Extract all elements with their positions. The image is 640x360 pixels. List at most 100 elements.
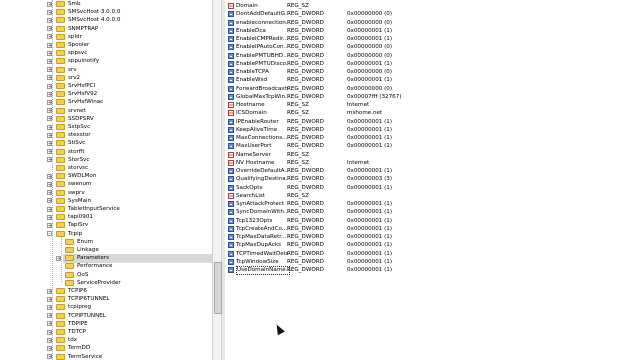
value-data: 0x00000001 (1) (347, 126, 393, 133)
dword-value-icon (228, 118, 234, 125)
dword-value-icon (228, 135, 234, 141)
value-data: 0x00000001 (1) (347, 267, 393, 273)
folder-icon (56, 206, 65, 212)
value-type: REG_DWORD (287, 118, 324, 125)
registry-value-row[interactable]: NV Hostname REG_SZ Internet (225, 159, 485, 167)
value-name: EnablePMTUBHD... (236, 52, 288, 59)
value-type: REG_DWORD (287, 201, 324, 207)
registry-value-row[interactable]: DontAddDefaultG... REG_DWORD 0x00000000 (0… (225, 10, 485, 18)
value-name: EnableIPAutoCon... (236, 44, 288, 51)
value-data: 0x00000001 (1) (347, 225, 393, 232)
dword-value-icon (228, 36, 234, 42)
registry-value-row[interactable]: EnableICMPRedir... REG_DWORD 0x00000001 (1… (225, 35, 485, 43)
value-name: MaxUserPort (236, 143, 272, 150)
value-data: 0x00000000 (0) (347, 11, 393, 18)
registry-value-row[interactable]: Hostname REG_SZ Internet (225, 101, 485, 109)
value-data: 0x00000000 (0) (347, 69, 393, 75)
dword-value-icon (228, 176, 234, 183)
tree-item[interactable]: + TermService (47, 353, 204, 360)
value-name: EnableWsd (236, 77, 268, 84)
registry-value-row[interactable]: TcpWindowSize REG_DWORD 0x00000001 (1) (225, 258, 485, 266)
registry-value-row[interactable]: OverrideDefaultA... REG_DWORD 0x00000001 (… (225, 167, 485, 175)
registry-value-row[interactable]: TCPTimedWaitDelay REG_DWORD 0x00000001 (1) (225, 250, 485, 258)
registry-value-row[interactable]: NameServer REG_SZ (225, 151, 485, 159)
registry-value-row[interactable]: EnablePMTUDisco... REG_DWORD 0x00000001 (1… (225, 60, 485, 68)
value-type: REG_DWORD (287, 126, 324, 133)
value-type: REG_SZ (287, 110, 309, 117)
registry-values-list[interactable]: DomainREG_SZDontAddDefaultG...REG_DWORD0… (225, 0, 640, 360)
registry-value-row[interactable]: MaxUserPort REG_DWORD 0x00000001 (1) (225, 142, 485, 150)
registry-value-row[interactable]: GlobalMaxTcpWin... REG_DWORD 0x00007fff (3… (225, 93, 485, 101)
folder-icon (65, 238, 74, 245)
registry-value-row[interactable]: TcpCreateAndCo... REG_DWORD 0x00000001 (1) (225, 225, 485, 233)
value-name: EnableDca (236, 27, 266, 34)
registry-value-row[interactable]: SackOpts REG_DWORD 0x00000001 (1) (225, 184, 485, 192)
registry-value-row[interactable]: UseDomainName... REG_DWORD 0x00000001 (1) (225, 266, 485, 275)
value-name: NameServer (236, 151, 271, 158)
value-name: OverrideDefaultA... (236, 168, 288, 174)
registry-value-row[interactable]: SearchList REG_SZ (225, 192, 485, 200)
folder-icon (56, 156, 65, 163)
registry-value-row[interactable]: EnableDca REG_DWORD 0x00000001 (1) (225, 27, 485, 35)
dword-value-icon (228, 209, 234, 216)
string-value-icon (228, 101, 234, 109)
value-data: Internet (347, 102, 370, 108)
registry-value-row[interactable]: TcpMaxDataRetr... REG_DWORD 0x00000001 (1) (225, 233, 485, 241)
folder-icon (65, 255, 74, 262)
registry-value-row[interactable]: IPEnableRouter REG_DWORD 0x00000001 (1) (225, 118, 485, 126)
registry-value-row[interactable]: EnablePMTUBHD... REG_DWORD 0x00000000 (0) (225, 52, 485, 60)
value-name: Domain (236, 3, 258, 9)
value-type: REG_DWORD (287, 225, 324, 232)
registry-key-tree[interactable]: + Smb + SMSvcHost 3.0.0.0 + SMSvcHost 4.0.0.0… (0, 0, 212, 360)
value-data: 0x00000001 (1) (347, 135, 393, 141)
registry-value-row[interactable]: Domain REG_SZ (225, 2, 485, 10)
value-type: REG_DWORD (287, 217, 324, 224)
folder-icon (56, 173, 65, 180)
folder-icon (56, 353, 65, 360)
value-data: 0x00000001 (1) (347, 242, 393, 249)
value-type: REG_DWORD (287, 85, 324, 92)
value-data: 0x00000001 (1) (347, 27, 393, 34)
folder-icon (65, 263, 74, 270)
scrollbar-thumb[interactable] (214, 262, 222, 314)
folder-icon (56, 124, 65, 130)
dword-value-icon (228, 184, 234, 191)
registry-value-row[interactable]: EnableTCPA REG_DWORD 0x00000000 (0) (225, 68, 485, 76)
value-data: 0x00000001 (1) (347, 209, 393, 216)
folder-icon (56, 165, 65, 171)
registry-value-row[interactable]: SynAttackProtect REG_DWORD 0x00000001 (1) (225, 200, 485, 208)
value-data: 0x00000001 (1) (347, 217, 393, 224)
dword-value-icon (228, 201, 234, 207)
value-name: TcpCreateAndCo... (236, 225, 288, 232)
registry-value-row[interactable]: Tcp1323Opts REG_DWORD 0x00000001 (1) (225, 217, 485, 225)
tree-connector-line (61, 236, 62, 282)
value-type: REG_DWORD (287, 168, 324, 174)
value-type: REG_SZ (287, 151, 309, 158)
registry-value-row[interactable]: EnableWsd REG_DWORD 0x00000001 (1) (225, 76, 485, 84)
registry-value-row[interactable]: TcpMaxDupAcks REG_DWORD 0x00000001 (1) (225, 241, 485, 249)
registry-value-row[interactable]: MaxConnections... REG_DWORD 0x00000001 (1) (225, 134, 485, 142)
tree-vertical-scrollbar[interactable] (212, 0, 222, 360)
registry-value-row[interactable]: enableconnection... REG_DWORD 0x00000000 (… (225, 19, 485, 27)
value-data: 0x00000001 (1) (347, 250, 393, 257)
value-name: EnableTCPA (236, 69, 269, 75)
registry-value-row[interactable]: QualifyingDestina... REG_DWORD 0x00000003 … (225, 175, 485, 183)
registry-value-row[interactable]: EnableIPAutoCon... REG_DWORD 0x00000000 (0… (225, 43, 485, 51)
registry-value-row[interactable]: SyncDomainWith... REG_DWORD 0x00000001 (1) (225, 208, 485, 216)
value-type: REG_DWORD (287, 250, 324, 257)
value-data: 0x00000001 (1) (347, 143, 393, 150)
value-name: SearchList (236, 192, 265, 199)
dword-value-icon (228, 234, 234, 240)
folder-icon (56, 132, 65, 139)
folder-icon (56, 197, 65, 204)
registry-value-row[interactable]: ForwardBroadcasts REG_DWORD 0x00000000 (0) (225, 85, 485, 93)
folder-icon (56, 74, 65, 81)
registry-value-row[interactable]: KeepAliveTime REG_DWORD 0x00000001 (1) (225, 126, 485, 134)
value-name: SyncDomainWith... (236, 209, 288, 216)
folder-icon (56, 312, 65, 319)
registry-value-row[interactable]: ICSDomain REG_SZ mshome.net (225, 109, 485, 117)
folder-icon (56, 33, 65, 40)
value-data: 0x00000001 (1) (347, 36, 393, 42)
dword-value-icon (228, 168, 234, 174)
value-data: 0x00000001 (1) (347, 184, 393, 191)
